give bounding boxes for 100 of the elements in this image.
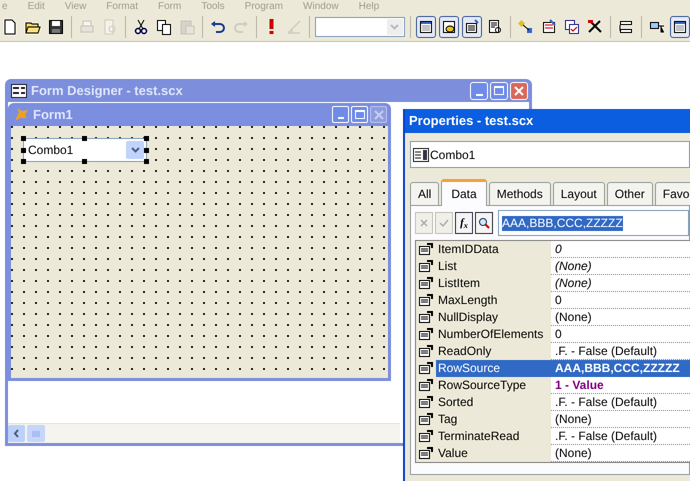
chevron-down-icon (130, 147, 140, 153)
printer-icon (78, 18, 95, 34)
property-icon (419, 277, 433, 289)
tab[interactable]: Favo (654, 182, 690, 205)
property-value: 0 (554, 240, 563, 258)
object-dropdown[interactable]: Combo1 (410, 141, 690, 168)
maximize-button[interactable] (351, 106, 368, 123)
zoom-button[interactable] (475, 212, 493, 234)
window-title: Form Designer - test.scx (31, 82, 183, 100)
close-icon (374, 110, 384, 120)
form-button[interactable] (670, 16, 690, 38)
property-value: 1 - Value (554, 376, 605, 394)
property-row[interactable]: RowSource AAA,BBB,CCC,ZZZZZ (416, 360, 690, 377)
scroll-left-button[interactable] (8, 425, 25, 442)
property-value: (None) (554, 258, 593, 274)
property-name: NumberOfElements (436, 326, 551, 342)
properties-button[interactable] (462, 16, 482, 38)
property-value: (None) (554, 274, 593, 292)
tab[interactable]: Layout (552, 182, 605, 205)
property-value: (None) (554, 444, 593, 462)
window-icon (11, 84, 27, 98)
builder-icon (540, 18, 557, 34)
redo-icon (232, 18, 249, 34)
property-icon (419, 345, 433, 357)
property-row[interactable]: Value (None) (416, 445, 690, 462)
cancel-button[interactable] (415, 212, 433, 234)
minimize-button[interactable] (332, 106, 349, 123)
fox-icon (14, 108, 29, 122)
property-value: 0 (554, 292, 563, 308)
window-title: Form1 (33, 106, 73, 124)
properties-icon (464, 18, 480, 34)
property-row[interactable]: RowSourceType 1 - Value (416, 377, 690, 394)
accept-button[interactable] (435, 212, 453, 234)
scroll-thumb[interactable] (27, 425, 45, 442)
selection-handle[interactable] (82, 136, 87, 141)
grip-icon (32, 430, 40, 436)
tick-icon (439, 218, 449, 228)
cross-icon (419, 218, 429, 228)
minimize-button[interactable] (470, 82, 488, 100)
property-icon (419, 294, 433, 306)
wand-icon (286, 18, 302, 34)
property-row[interactable]: NullDisplay (None) (416, 309, 690, 326)
exclamation-icon (268, 19, 274, 34)
property-value: AAA,BBB,CCC,ZZZZZ (551, 360, 690, 376)
property-icon (419, 362, 433, 374)
selection-handle[interactable] (21, 148, 26, 153)
property-row[interactable]: ItemIDData 0 (416, 241, 690, 258)
property-icon (419, 260, 433, 272)
selection-handle[interactable] (21, 159, 26, 164)
print-preview-icon (102, 18, 118, 34)
database-button[interactable] (438, 16, 459, 38)
property-name: RowSourceType (436, 376, 551, 394)
property-value: (None) (554, 410, 593, 428)
property-row[interactable]: MaxLength 0 (416, 292, 690, 309)
value-input-field[interactable]: AAA,BBB,CCC,ZZZZZ (498, 210, 689, 236)
property-row[interactable]: TerminateRead .F. - False (Default) (416, 428, 690, 445)
scissors-icon (132, 18, 149, 34)
property-icon (419, 430, 433, 442)
property-value: .F. - False (Default) (554, 394, 658, 410)
layout-icon (518, 18, 534, 34)
new-document-icon (2, 18, 18, 34)
combo-box-icon (413, 148, 429, 162)
chevron-left-icon (13, 429, 20, 438)
property-row[interactable]: Tag (None) (416, 411, 690, 428)
property-name: Sorted (436, 394, 551, 410)
property-icon (419, 328, 433, 340)
form-icon (418, 18, 434, 34)
code-window-icon (487, 18, 504, 34)
property-row[interactable]: List (None) (416, 258, 690, 275)
selection-handle[interactable] (144, 136, 149, 141)
selection-handle[interactable] (82, 159, 87, 164)
property-row[interactable]: ListItem (None) (416, 275, 690, 292)
property-icon (419, 311, 433, 323)
property-name: RowSource (436, 360, 551, 376)
property-value: .F. - False (Default) (554, 428, 658, 444)
property-name: MaxLength (436, 292, 551, 308)
property-row[interactable]: Sorted .F. - False (Default) (416, 394, 690, 411)
toolbar-dropdown[interactable] (315, 16, 405, 36)
overlapping-windows-icon (564, 18, 580, 34)
copy-icon (156, 18, 172, 34)
selection-handle[interactable] (144, 159, 149, 164)
selection-handle[interactable] (144, 148, 149, 153)
clipboard-icon (178, 18, 195, 34)
tab[interactable]: All (410, 182, 440, 205)
form-button[interactable] (416, 16, 436, 38)
combo-box[interactable]: Combo1 (23, 138, 147, 162)
chevron-down-icon (390, 24, 400, 30)
maximize-button[interactable] (490, 82, 508, 100)
tab[interactable]: Data (441, 179, 487, 206)
property-value: 0 (554, 326, 563, 342)
tab[interactable]: Other (606, 182, 653, 205)
property-icon (419, 243, 433, 255)
selection-handle[interactable] (21, 136, 26, 141)
property-row[interactable]: NumberOfElements 0 (416, 326, 690, 343)
property-name: ItemIDData (436, 240, 551, 258)
function-button[interactable]: f$_{x}$ (455, 212, 473, 234)
tab[interactable]: Methods (488, 182, 551, 205)
property-icon (419, 413, 433, 425)
property-value: .F. - False (Default) (554, 342, 658, 360)
dropdown-button[interactable] (126, 141, 144, 159)
